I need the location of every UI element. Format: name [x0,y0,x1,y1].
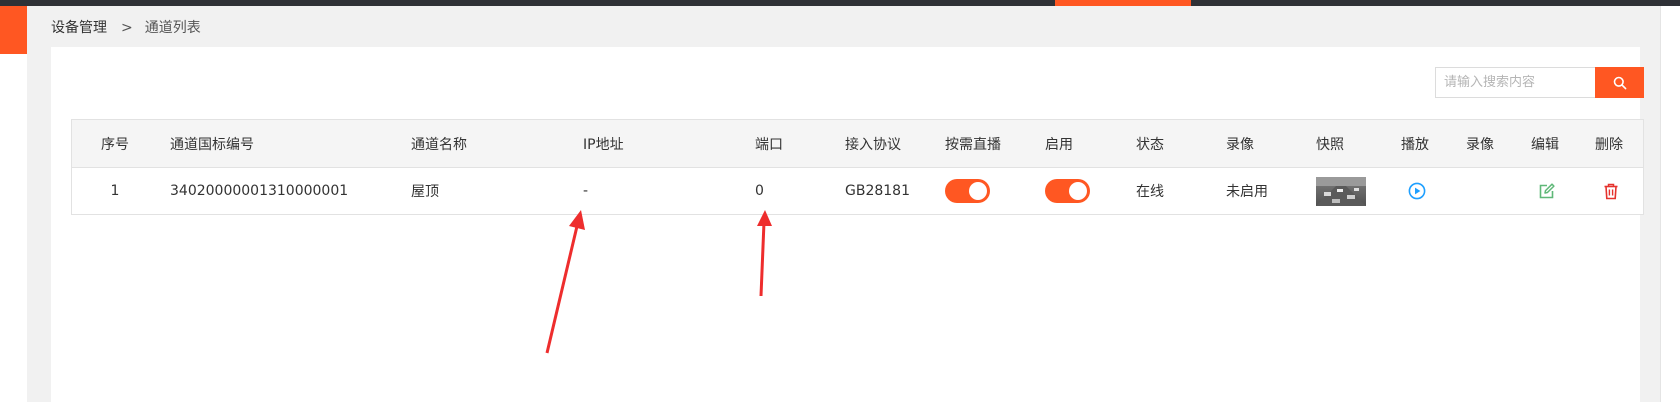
annotation-arrow-port [757,210,772,297]
annotation-arrows [545,210,772,354]
annotation-arrow-ip [545,210,585,354]
